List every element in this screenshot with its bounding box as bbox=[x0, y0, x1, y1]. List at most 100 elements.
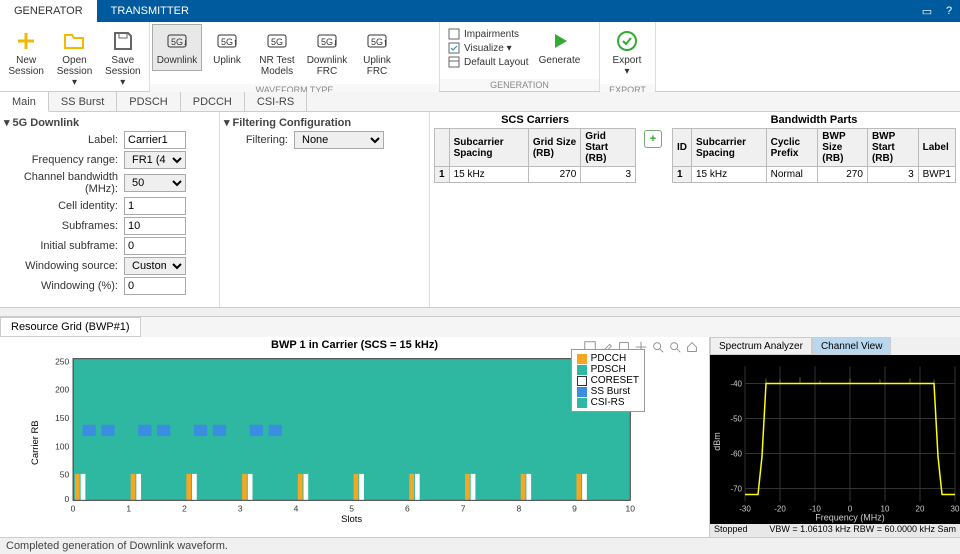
sf-input[interactable] bbox=[124, 217, 186, 235]
filtering-label: Filtering: bbox=[224, 134, 294, 146]
tab-main[interactable]: Main bbox=[0, 92, 49, 112]
tab-channel-view[interactable]: Channel View bbox=[812, 337, 892, 355]
table-row: 115 kHzNormal2703BWP1 bbox=[673, 167, 956, 183]
svg-text:20: 20 bbox=[916, 505, 925, 514]
svg-text:dBm: dBm bbox=[712, 432, 722, 451]
svg-text:100: 100 bbox=[55, 441, 69, 451]
svg-text:-20: -20 bbox=[774, 505, 786, 514]
svg-text:Carrier RB: Carrier RB bbox=[30, 420, 41, 465]
label-label: Label: bbox=[4, 134, 124, 146]
svg-text:30: 30 bbox=[951, 505, 960, 514]
open-session-button[interactable]: OpenSession ▾ bbox=[50, 24, 98, 93]
wp-input[interactable] bbox=[124, 277, 186, 295]
isf-label: Initial subframe: bbox=[4, 240, 124, 252]
svg-text:Slots: Slots bbox=[341, 514, 362, 523]
svg-text:-50: -50 bbox=[730, 415, 742, 424]
downlink-section-header[interactable]: ▾ 5G Downlink bbox=[4, 116, 215, 129]
resource-grid-plot[interactable]: BWP 1 in Carrier (SCS = 15 kHz) Carrier … bbox=[0, 337, 710, 537]
generate-button[interactable]: Generate bbox=[535, 24, 585, 77]
svg-text:6: 6 bbox=[405, 504, 410, 514]
freq-select[interactable]: FR1 (41… bbox=[124, 151, 186, 169]
lower-pane: BWP 1 in Carrier (SCS = 15 kHz) Carrier … bbox=[0, 337, 960, 537]
plot-legend: PDCCH PDSCH CORESET SS Burst CSI-RS bbox=[571, 349, 645, 412]
svg-text:50: 50 bbox=[60, 470, 70, 480]
svg-text:5: 5 bbox=[349, 504, 354, 514]
cell-label: Cell identity: bbox=[4, 200, 124, 212]
ws-select[interactable]: Custom bbox=[124, 257, 186, 275]
svg-text:1: 1 bbox=[126, 504, 131, 514]
zoom-out-icon[interactable] bbox=[668, 340, 682, 354]
tab-spectrum-analyzer[interactable]: Spectrum Analyzer bbox=[710, 337, 812, 355]
tab-generator[interactable]: GENERATOR bbox=[0, 0, 97, 22]
svg-text:8: 8 bbox=[516, 504, 521, 514]
home-icon[interactable] bbox=[685, 340, 699, 354]
spectrum-status: StoppedVBW = 1.06103 kHz RBW = 60.0000 k… bbox=[710, 524, 960, 537]
lower-tab-bar: Resource Grid (BWP#1) bbox=[0, 317, 960, 337]
svg-text:-70: -70 bbox=[730, 485, 742, 494]
svg-text:5G↓: 5G↓ bbox=[171, 37, 188, 47]
filtering-section-header[interactable]: ▾ Filtering Configuration bbox=[224, 116, 425, 129]
svg-text:7: 7 bbox=[461, 504, 466, 514]
horizontal-scrollbar[interactable] bbox=[0, 307, 960, 317]
ribbon-group-generation: GENERATION bbox=[440, 79, 599, 91]
uplink-button[interactable]: 5G↑ Uplink bbox=[202, 24, 252, 71]
help-icon[interactable]: ? bbox=[938, 0, 960, 22]
tab-pdcch[interactable]: PDCCH bbox=[181, 92, 245, 111]
bwp-title: Bandwidth Parts bbox=[668, 112, 960, 128]
table-row: 115 kHz2703 bbox=[435, 167, 636, 183]
visualize-dropdown[interactable]: Visualize ▾ bbox=[448, 42, 529, 54]
ribbon: NewSession OpenSession ▾ SaveSession ▾ F… bbox=[0, 22, 960, 92]
scs-title: SCS Carriers bbox=[430, 112, 640, 128]
svg-text:5G↑: 5G↑ bbox=[221, 37, 238, 47]
wp-label: Windowing (%): bbox=[4, 280, 124, 292]
svg-text:5G↑: 5G↑ bbox=[371, 37, 388, 47]
svg-text:200: 200 bbox=[55, 385, 69, 395]
add-scs-button[interactable]: + bbox=[644, 130, 662, 148]
zoom-in-icon[interactable] bbox=[651, 340, 665, 354]
tab-resource-grid[interactable]: Resource Grid (BWP#1) bbox=[0, 317, 141, 337]
uplink-frc-button[interactable]: 5G↑ Uplink FRC bbox=[352, 24, 402, 82]
layout-icon[interactable]: ▭ bbox=[916, 0, 938, 22]
svg-text:-60: -60 bbox=[730, 450, 742, 459]
isf-input[interactable] bbox=[124, 237, 186, 255]
svg-text:3: 3 bbox=[238, 504, 243, 514]
sf-label: Subframes: bbox=[4, 220, 124, 232]
downlink-button[interactable]: 5G↓ Downlink bbox=[152, 24, 202, 71]
svg-text:150: 150 bbox=[55, 413, 69, 423]
bwp-table[interactable]: IDSubcarrier SpacingCyclic PrefixBWP Siz… bbox=[672, 128, 956, 183]
svg-text:5G: 5G bbox=[271, 37, 283, 47]
nr-test-models-button[interactable]: 5G NR TestModels bbox=[252, 24, 302, 82]
tab-pdsch[interactable]: PDSCH bbox=[117, 92, 181, 111]
label-input[interactable] bbox=[124, 131, 186, 149]
bw-label: Channel bandwidth (MHz): bbox=[4, 171, 124, 195]
impairments-toggle[interactable]: Impairments bbox=[448, 28, 529, 40]
bw-select[interactable]: 50 bbox=[124, 174, 186, 192]
cell-input[interactable] bbox=[124, 197, 186, 215]
ws-label: Windowing source: bbox=[4, 260, 124, 272]
tab-csirs[interactable]: CSI-RS bbox=[245, 92, 307, 111]
save-session-button[interactable]: SaveSession ▾ bbox=[99, 24, 147, 93]
svg-text:0: 0 bbox=[65, 494, 70, 504]
spectrum-panel: Spectrum Analyzer Channel View dBm -40 -5… bbox=[710, 337, 960, 537]
spectrum-plot[interactable]: dBm -40-50-60-70 -30-20-100102030 Fr bbox=[710, 355, 960, 524]
tab-transmitter[interactable]: TRANSMITTER bbox=[97, 0, 203, 22]
export-button[interactable]: Export▾ bbox=[602, 24, 652, 82]
top-tab-bar: GENERATOR TRANSMITTER ▭ ? bbox=[0, 0, 960, 22]
svg-text:-40: -40 bbox=[730, 380, 742, 389]
svg-text:2: 2 bbox=[182, 504, 187, 514]
filtering-select[interactable]: None bbox=[294, 131, 384, 149]
status-bar: Completed generation of Downlink wavefor… bbox=[0, 537, 960, 554]
config-pane: ▾ 5G Downlink Label: Frequency range:FR1… bbox=[0, 112, 960, 307]
default-layout-button[interactable]: Default Layout bbox=[448, 56, 529, 68]
svg-text:5G↓: 5G↓ bbox=[321, 37, 338, 47]
scs-table[interactable]: Subcarrier SpacingGrid Size (RB)Grid Sta… bbox=[434, 128, 636, 183]
svg-text:9: 9 bbox=[572, 504, 577, 514]
config-tabs: Main SS Burst PDSCH PDCCH CSI-RS bbox=[0, 92, 960, 112]
new-session-button[interactable]: NewSession bbox=[2, 24, 50, 82]
svg-text:-30: -30 bbox=[739, 505, 751, 514]
svg-text:10: 10 bbox=[626, 504, 636, 514]
tab-ssburst[interactable]: SS Burst bbox=[49, 92, 117, 111]
svg-text:4: 4 bbox=[294, 504, 299, 514]
freq-label: Frequency range: bbox=[4, 154, 124, 166]
downlink-frc-button[interactable]: 5G↓ DownlinkFRC bbox=[302, 24, 352, 82]
